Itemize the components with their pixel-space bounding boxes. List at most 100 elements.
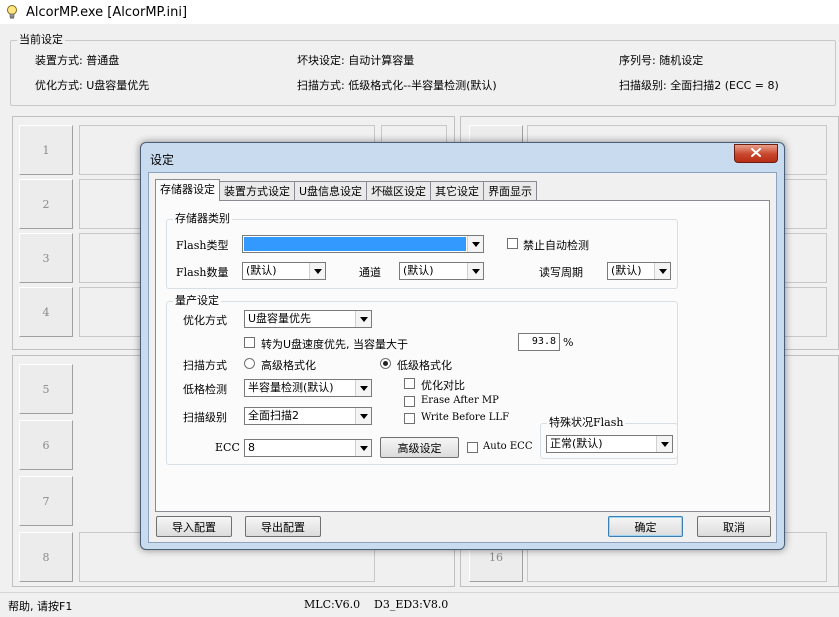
app-titlebar: AlcorMP.exe [AlcorMP.ini] (0, 0, 839, 24)
chevron-down-icon (355, 380, 371, 396)
ok-button[interactable]: 确定 (608, 516, 683, 537)
lightbulb-icon (4, 4, 20, 20)
auto-ecc-checkbox[interactable] (467, 442, 478, 453)
slot-button-5[interactable]: 5 (19, 364, 73, 414)
flash-type-select[interactable] (242, 235, 484, 253)
chevron-down-icon (467, 236, 483, 252)
speed-priority-checkbox[interactable] (244, 337, 255, 348)
speed-priority-label: 转为U盘速度优先, 当容量大于 (261, 338, 409, 351)
export-config-button[interactable]: 导出配置 (245, 516, 321, 537)
disable-auto-detect-label: 禁止自动检测 (523, 239, 589, 252)
bad-block-summary: 坏块设定: 自动计算容量 (297, 54, 415, 67)
tab-interface-display[interactable]: 界面显示 (483, 181, 538, 201)
special-flash-group: 特殊状况Flash 正常(默认) (540, 416, 678, 459)
low-check-value: 半容量检测(默认) (248, 381, 334, 394)
optimize-value: U盘容量优先 (248, 312, 312, 325)
channel-label: 通道 (359, 266, 381, 279)
production-settings-legend: 量产设定 (173, 294, 221, 308)
chevron-down-icon (355, 408, 371, 424)
low-format-label: 低级格式化 (397, 359, 452, 372)
rw-cycle-select[interactable]: (默认) (607, 262, 671, 280)
ecc-value: 8 (248, 441, 255, 454)
statusbar: 帮助, 请按F1 MLC:V6.0 D3_ED3:V8.0 (0, 592, 839, 617)
storage-type-group: 存储器类别 Flash类型 禁止自动检测 Flash数量 (默认) 通道 (默认… (166, 212, 678, 289)
chevron-down-icon (355, 440, 371, 456)
tab-strip: 存储器设定 装置方式设定 U盘信息设定 坏磁区设定 其它设定 界面显示 (155, 179, 538, 201)
optimize-compare-checkbox[interactable] (404, 378, 415, 389)
channel-select[interactable]: (默认) (399, 262, 484, 280)
slot-button-4[interactable]: 4 (19, 287, 73, 337)
slot-button-6[interactable]: 6 (19, 420, 73, 470)
high-format-radio[interactable] (244, 358, 255, 369)
channel-value: (默认) (403, 264, 434, 277)
write-before-llf-label: Write Before LLF (421, 412, 510, 423)
dialog-title: 设定 (150, 153, 175, 167)
high-format-label: 高级格式化 (261, 359, 316, 372)
tab-device-mode-settings[interactable]: 装置方式设定 (219, 181, 295, 201)
cancel-button[interactable]: 取消 (697, 516, 771, 537)
scan-level-value: 全面扫描2 (248, 409, 299, 422)
current-settings-group: 当前设定 装置方式: 普通盘 坏块设定: 自动计算容量 序列号: 随机设定 优化… (10, 33, 836, 106)
disable-auto-detect-checkbox[interactable] (507, 238, 518, 249)
optimize-select[interactable]: U盘容量优先 (244, 310, 372, 328)
percent-label: % (563, 336, 574, 349)
low-format-radio[interactable] (380, 358, 391, 369)
device-mode-summary: 装置方式: 普通盘 (35, 54, 120, 67)
ecc-select[interactable]: 8 (244, 439, 372, 457)
slot-button-3[interactable]: 3 (19, 233, 73, 283)
scan-level-label: 扫描级别 (183, 411, 227, 424)
advanced-settings-button[interactable]: 高级设定 (380, 437, 459, 458)
optimize-label: 优化方式 (183, 314, 227, 327)
special-flash-value: 正常(默认) (550, 437, 603, 450)
speed-priority-threshold-input[interactable]: 93.8 (518, 333, 560, 351)
optimize-compare-label: 优化对比 (421, 379, 465, 392)
flash-type-label: Flash类型 (176, 239, 229, 252)
scan-level-select[interactable]: 全面扫描2 (244, 407, 372, 425)
rw-cycle-value: (默认) (611, 264, 642, 277)
dialog-titlebar[interactable]: 设定 (141, 143, 784, 171)
erase-after-mp-label: Erase After MP (421, 395, 499, 406)
tab-bad-sector-settings[interactable]: 坏磁区设定 (366, 181, 432, 201)
chevron-down-icon (355, 311, 371, 327)
low-check-select[interactable]: 半容量检测(默认) (244, 379, 372, 397)
dialog-client: 存储器设定 装置方式设定 U盘信息设定 坏磁区设定 其它设定 界面显示 存储器类… (148, 172, 777, 543)
close-button[interactable] (734, 144, 778, 163)
special-flash-legend: 特殊状况Flash (547, 416, 626, 430)
d3-version: D3_ED3:V8.0 (374, 598, 449, 611)
special-flash-select[interactable]: 正常(默认) (546, 435, 673, 453)
import-config-button[interactable]: 导入配置 (156, 516, 232, 537)
storage-type-legend: 存储器类别 (173, 212, 232, 226)
tab-storage-settings[interactable]: 存储器设定 (155, 179, 220, 201)
storage-settings-page: 存储器类别 Flash类型 禁止自动检测 Flash数量 (默认) 通道 (默认… (155, 200, 770, 512)
close-icon (751, 147, 761, 160)
write-before-llf-checkbox[interactable] (404, 413, 415, 424)
app-title: AlcorMP.exe [AlcorMP.ini] (26, 4, 188, 20)
slot-button-8[interactable]: 8 (19, 532, 73, 582)
ecc-label: ECC (215, 441, 240, 454)
current-settings-legend: 当前设定 (17, 33, 65, 47)
serial-summary: 序列号: 随机设定 (619, 54, 704, 67)
help-status: 帮助, 请按F1 (8, 600, 73, 613)
chevron-down-icon (654, 263, 670, 279)
scan-level-summary: 扫描级别: 全面扫描2 (ECC = 8) (619, 79, 779, 92)
slot-button-1[interactable]: 1 (19, 125, 73, 175)
optimize-summary: 优化方式: U盘容量优先 (35, 79, 150, 92)
erase-after-mp-checkbox[interactable] (404, 396, 415, 407)
slot-button-7[interactable]: 7 (19, 476, 73, 526)
chevron-down-icon (467, 263, 483, 279)
flash-count-value: (默认) (246, 264, 277, 277)
chevron-down-icon (656, 436, 672, 452)
tab-udisk-info-settings[interactable]: U盘信息设定 (294, 181, 368, 201)
settings-dialog: 设定 存储器设定 装置方式设定 U盘信息设定 坏磁区设定 其它设定 界面显示 存… (140, 142, 785, 550)
low-check-label: 低格检测 (183, 383, 227, 396)
slot-button-2[interactable]: 2 (19, 179, 73, 229)
scan-mode-summary: 扫描方式: 低级格式化--半容量检测(默认) (297, 79, 497, 92)
tab-other-settings[interactable]: 其它设定 (430, 181, 485, 201)
auto-ecc-label: Auto ECC (483, 441, 533, 452)
production-settings-group: 量产设定 优化方式 U盘容量优先 转为U盘速度优先, 当容量大于 93.8 % … (166, 294, 678, 465)
selection-highlight (244, 237, 466, 251)
scan-mode-label: 扫描方式 (183, 359, 227, 372)
chevron-down-icon (309, 263, 325, 279)
rw-cycle-label: 读写周期 (539, 266, 583, 279)
flash-count-select[interactable]: (默认) (242, 262, 326, 280)
